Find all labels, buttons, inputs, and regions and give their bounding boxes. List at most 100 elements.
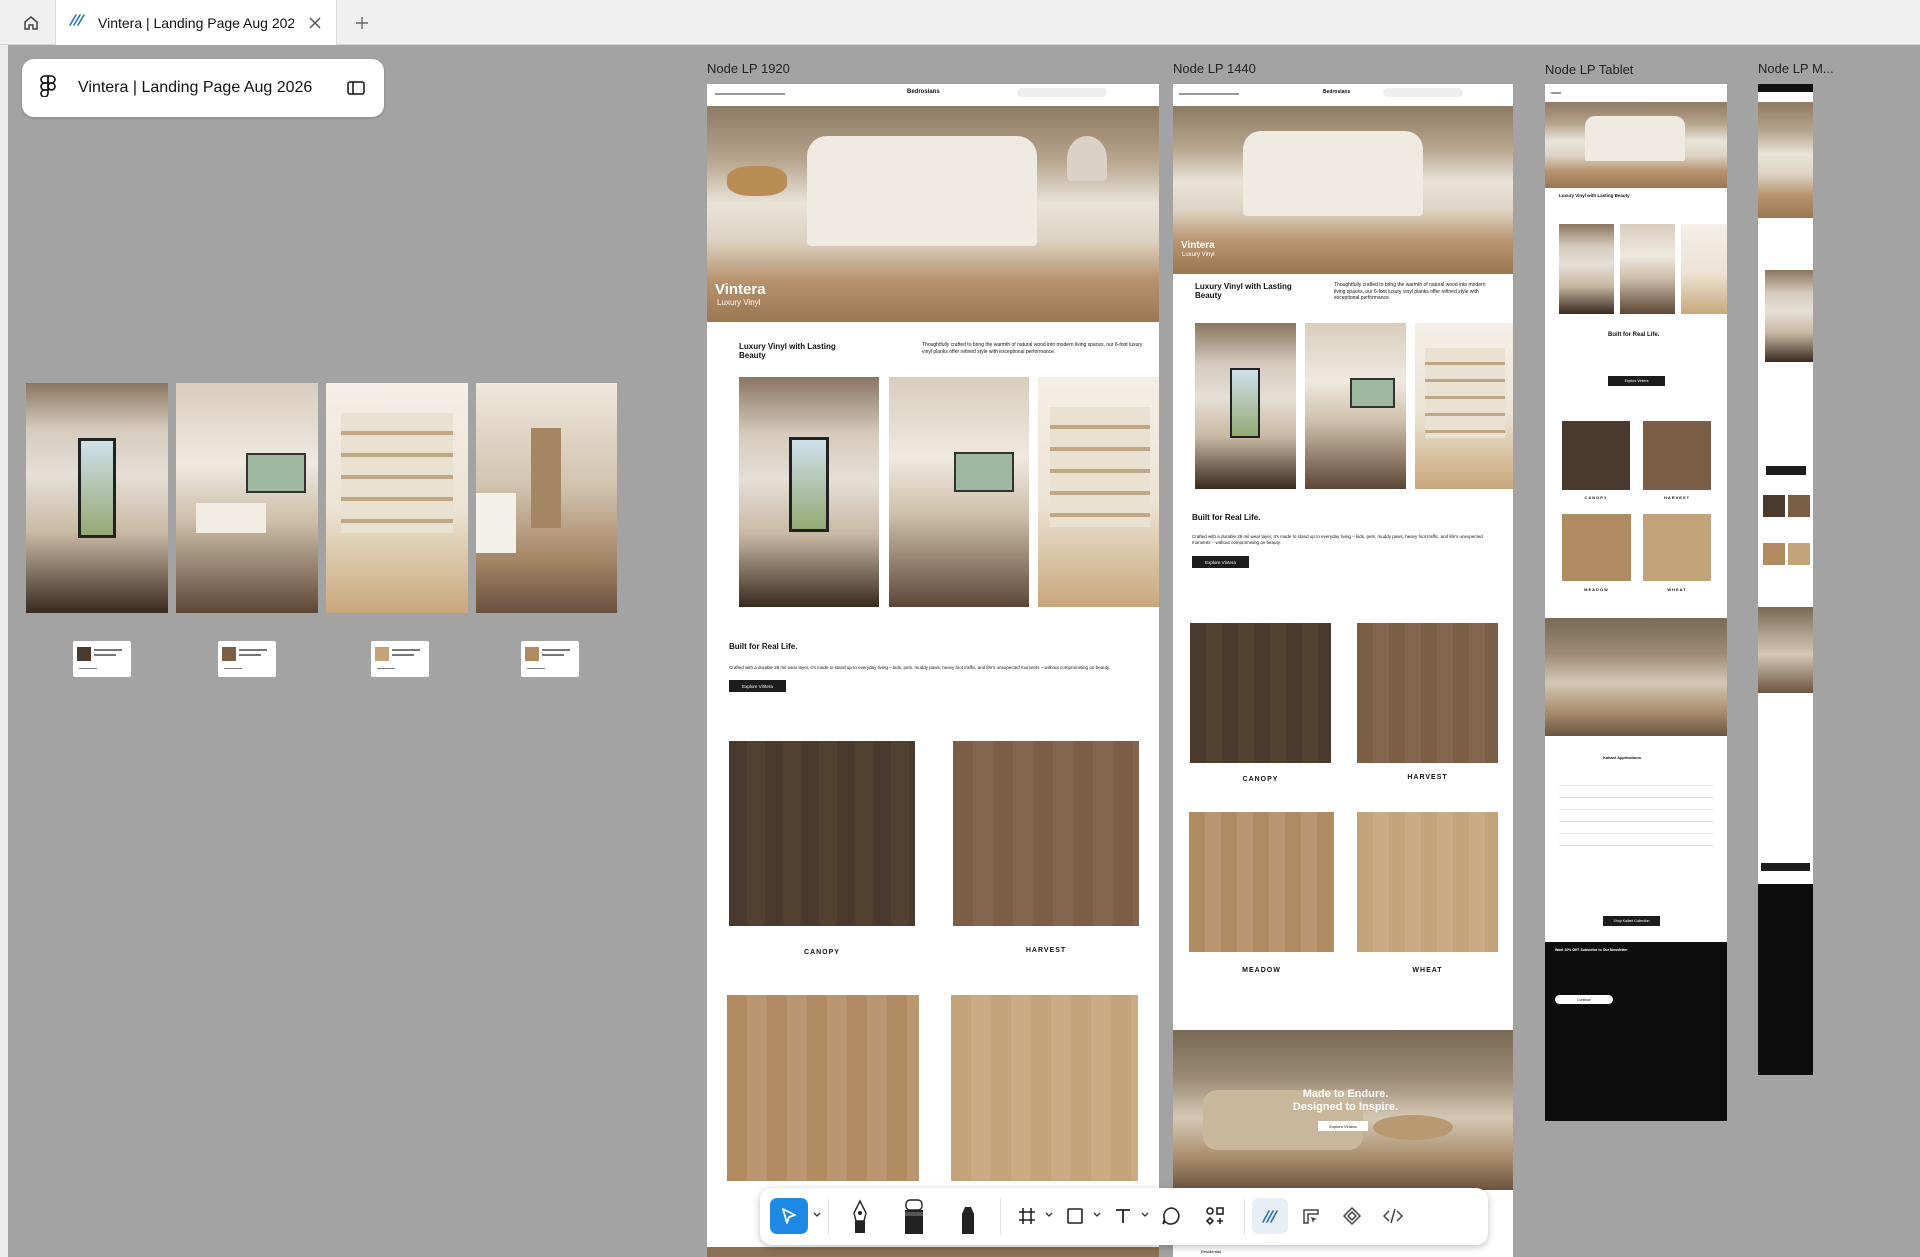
product-card-4[interactable] — [521, 641, 579, 677]
gallery-image-2[interactable] — [889, 377, 1029, 607]
prototype-mode-icon[interactable] — [1337, 1198, 1367, 1234]
intro-heading-tablet: Luxury Vinyl with Lasting Beauty — [1559, 193, 1630, 198]
home-icon[interactable] — [10, 6, 52, 39]
hero-image-1440 — [1173, 106, 1513, 274]
shape-chevron-icon[interactable] — [1092, 1210, 1102, 1220]
caption-wheat-1440: WHEAT — [1412, 967, 1443, 974]
frame-lp1440[interactable]: Bedrosians Vintera Luxury Vinyl Luxury V… — [1173, 84, 1513, 1257]
built-heading-1440: Built for Real Life. — [1192, 513, 1261, 522]
search-input-1440[interactable] — [1383, 88, 1463, 97]
explore-button-tablet[interactable]: Explore Vintera — [1608, 376, 1665, 386]
tab-title: Vintera | Landing Page Aug 2026 — [98, 14, 295, 31]
swatch-harvest-tablet[interactable] — [1643, 421, 1711, 490]
caption-wheat-tablet: WHEAT — [1667, 587, 1687, 592]
gallery-image-1[interactable] — [739, 377, 879, 607]
gallery-image-3[interactable] — [1038, 377, 1159, 607]
built-heading: Built for Real Life. — [729, 642, 798, 651]
shape-tool-icon[interactable] — [1060, 1198, 1090, 1234]
shop-button-mobile[interactable] — [1761, 863, 1810, 871]
hero-title: Vintera — [715, 281, 766, 298]
shop-button-tablet[interactable]: Shop Kaliani Collection — [1603, 916, 1660, 926]
gallery-image-1440-2[interactable] — [1305, 323, 1406, 489]
chevron-down-icon[interactable] — [812, 1210, 822, 1220]
swatch-canopy-1440[interactable] — [1190, 623, 1331, 763]
explore-button-mobile[interactable] — [1766, 466, 1806, 475]
swatch-wheat[interactable] — [951, 995, 1138, 1181]
design-mode-icon[interactable] — [1296, 1198, 1326, 1234]
swatch-harvest[interactable] — [953, 741, 1139, 926]
hero-image — [707, 106, 1159, 322]
frame-label-lp1920[interactable]: Node LP 1920 — [707, 61, 790, 76]
frame-label-lp1440[interactable]: Node LP 1440 — [1173, 61, 1256, 76]
canvas-edge — [0, 45, 8, 1257]
hero-subtitle: Luxury Vinyl — [717, 298, 761, 307]
swatch-wheat-mobile[interactable] — [1788, 543, 1810, 565]
gallery-image-tablet-2[interactable] — [1620, 224, 1675, 314]
dev-mode-icon[interactable] — [1378, 1198, 1408, 1234]
text-tool-icon[interactable] — [1108, 1198, 1138, 1234]
file-name[interactable]: Vintera | Landing Page Aug 2026 — [78, 79, 312, 97]
frame-lp1920[interactable]: Bedrosians Vintera Luxury Vinyl Luxury V… — [707, 84, 1159, 1257]
product-card-3[interactable] — [371, 641, 429, 677]
frame-tablet[interactable]: Luxury Vinyl with Lasting Beauty Built f… — [1545, 84, 1727, 1121]
swatch-canopy-mobile[interactable] — [1763, 495, 1785, 517]
caption-meadow-1440: MEADOW — [1242, 967, 1281, 974]
frame-mobile[interactable] — [1758, 84, 1813, 1075]
gallery-image-1440-1[interactable] — [1195, 323, 1296, 489]
swatch-meadow-mobile[interactable] — [1763, 543, 1785, 565]
room-image-3[interactable] — [326, 383, 468, 613]
pencil-tool-icon[interactable] — [950, 1198, 986, 1234]
product-card-1[interactable] — [73, 641, 131, 677]
pen-tool-icon[interactable] — [842, 1198, 878, 1234]
close-icon[interactable] — [306, 14, 324, 32]
search-input[interactable] — [1017, 88, 1107, 97]
comment-tool-icon[interactable] — [1156, 1198, 1186, 1234]
swatch-meadow-1440[interactable] — [1189, 812, 1334, 952]
caption-canopy-1440: CANOPY — [1242, 776, 1279, 783]
explore-button-1440[interactable]: Explore Vintera — [1192, 556, 1249, 568]
hero-image-tablet — [1545, 102, 1727, 188]
gallery-image-tablet-3[interactable] — [1681, 224, 1727, 314]
swatch-meadow[interactable] — [727, 995, 919, 1181]
gallery-image-1440-3[interactable] — [1415, 323, 1513, 489]
frame-tool-icon[interactable] — [1012, 1198, 1042, 1234]
room-image-2[interactable] — [176, 383, 318, 613]
figma-logo-icon[interactable] — [40, 74, 56, 102]
hero-title-1440: Vintera — [1181, 240, 1215, 251]
bottom-toolbar — [760, 1188, 1488, 1245]
text-chevron-icon[interactable] — [1140, 1210, 1150, 1220]
explore-button[interactable]: Explore Vintera — [729, 680, 786, 692]
tab-active[interactable]: Vintera | Landing Page Aug 2026 — [55, 0, 337, 45]
marker-tool-icon[interactable] — [896, 1198, 932, 1234]
brand-logo-1440[interactable]: Bedrosians — [1323, 89, 1350, 95]
frame-label-mobile[interactable]: Node LP M... — [1758, 61, 1834, 76]
applications-row-1440: Residential — [1201, 1249, 1221, 1254]
actions-tool-icon[interactable] — [1200, 1198, 1230, 1234]
swatch-meadow-tablet[interactable] — [1562, 514, 1631, 581]
tab-bar: Vintera | Landing Page Aug 2026 — [0, 0, 1920, 45]
sidebar-toggle-icon[interactable] — [346, 78, 366, 98]
file-panel: Vintera | Landing Page Aug 2026 — [22, 59, 384, 117]
swatch-harvest-1440[interactable] — [1357, 623, 1498, 763]
swatch-harvest-mobile[interactable] — [1788, 495, 1810, 517]
gallery-image-tablet-1[interactable] — [1559, 224, 1614, 314]
endure-button-1440[interactable]: Explore Vintera — [1318, 1121, 1368, 1131]
endure-image — [707, 1247, 1159, 1257]
plus-icon[interactable] — [350, 11, 374, 35]
swatch-canopy-tablet[interactable] — [1562, 421, 1630, 490]
footer-tablet — [1545, 942, 1727, 1121]
draw-mode-icon[interactable] — [1252, 1198, 1288, 1234]
swatch-canopy[interactable] — [729, 741, 915, 926]
product-card-2[interactable] — [218, 641, 276, 677]
continue-button-tablet[interactable]: Continue — [1555, 995, 1613, 1004]
swatch-wheat-1440[interactable] — [1357, 812, 1498, 952]
move-tool-icon[interactable] — [770, 1198, 808, 1234]
gallery-image-mobile[interactable] — [1765, 270, 1813, 362]
frame-label-tablet[interactable]: Node LP Tablet — [1545, 62, 1633, 77]
caption-harvest: HARVEST — [1025, 947, 1067, 954]
brand-logo[interactable]: Bedrosians — [907, 89, 940, 95]
room-image-1[interactable] — [26, 383, 168, 613]
swatch-wheat-tablet[interactable] — [1643, 514, 1711, 581]
room-image-4[interactable] — [476, 383, 617, 613]
frame-chevron-icon[interactable] — [1044, 1210, 1054, 1220]
